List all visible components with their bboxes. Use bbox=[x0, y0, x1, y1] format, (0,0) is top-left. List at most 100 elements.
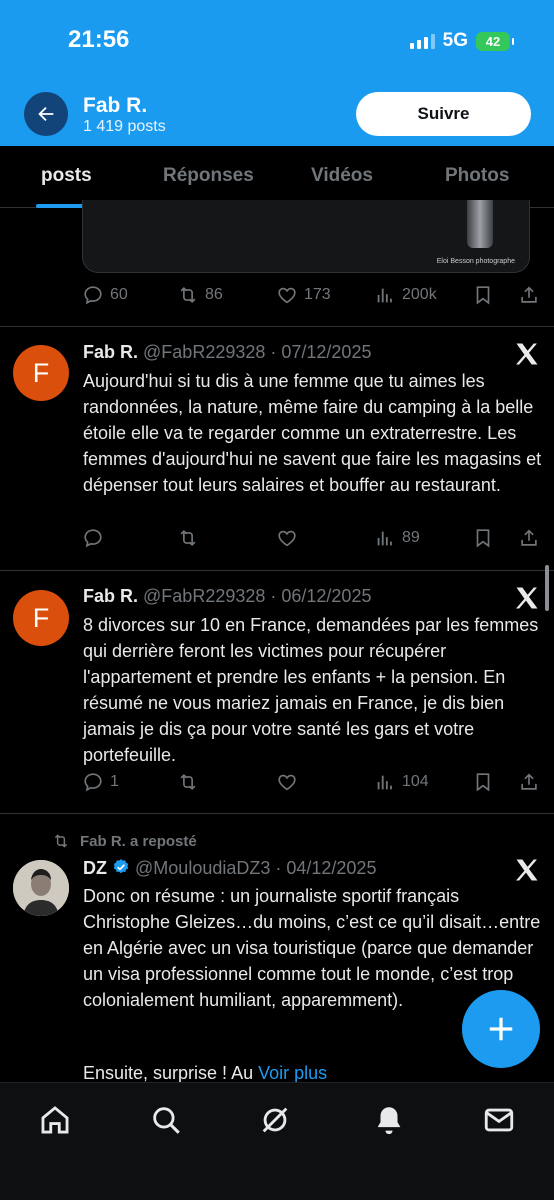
x-logo-icon[interactable] bbox=[513, 584, 541, 612]
repost-icon bbox=[54, 834, 68, 848]
profile-tabs: posts Réponses Vidéos Photos bbox=[0, 146, 554, 208]
divider bbox=[0, 813, 554, 814]
avatar[interactable]: F bbox=[13, 590, 69, 646]
x-logo-icon[interactable] bbox=[513, 340, 541, 368]
post-text-end: Ensuite, surprise ! Au bbox=[83, 1063, 254, 1083]
repost-button[interactable] bbox=[177, 527, 205, 549]
views-button[interactable]: 200k bbox=[374, 284, 437, 306]
repost-indicator[interactable]: Fab R. a reposté bbox=[52, 832, 197, 850]
bottom-navigation bbox=[0, 1082, 554, 1200]
post-actions: 1 104 bbox=[82, 771, 542, 801]
like-count: 173 bbox=[304, 286, 331, 303]
share-button[interactable] bbox=[518, 771, 540, 793]
repost-button[interactable]: 86 bbox=[177, 284, 223, 306]
search-icon[interactable] bbox=[149, 1103, 183, 1137]
bookmark-icon bbox=[476, 773, 490, 792]
views-count: 89 bbox=[402, 529, 420, 546]
repost-label: Fab R. a reposté bbox=[80, 832, 197, 850]
bookmark-button[interactable] bbox=[472, 527, 494, 549]
views-icon bbox=[377, 288, 392, 303]
views-icon bbox=[377, 775, 392, 790]
avatar-portrait bbox=[13, 860, 69, 916]
post-media-image[interactable]: Eloi Besson photographe bbox=[82, 200, 530, 273]
reply-icon bbox=[84, 773, 102, 792]
like-button[interactable]: 173 bbox=[276, 284, 331, 306]
heart-icon bbox=[278, 530, 296, 547]
reply-button[interactable]: 1 bbox=[82, 771, 119, 793]
posts-count: 1 419 posts bbox=[83, 118, 166, 135]
arrow-left-icon bbox=[38, 106, 54, 122]
share-icon bbox=[521, 529, 537, 546]
mail-icon[interactable] bbox=[482, 1103, 516, 1137]
reply-button[interactable]: 60 bbox=[82, 284, 128, 306]
plus-icon bbox=[489, 1017, 513, 1041]
repost-count: 86 bbox=[205, 286, 223, 303]
post-header: DZ @MouloudiaDZ3 · 04/12/2025 bbox=[83, 858, 376, 879]
post-header: Fab R. @FabR229328 · 06/12/2025 bbox=[83, 586, 371, 607]
tab-photos[interactable]: Photos bbox=[445, 165, 509, 187]
reply-button[interactable] bbox=[82, 527, 110, 549]
tab-posts[interactable]: posts bbox=[41, 165, 92, 187]
views-count: 104 bbox=[402, 773, 429, 790]
handle-date: @FabR229328 · 06/12/2025 bbox=[143, 586, 372, 606]
signal-icon bbox=[409, 33, 435, 49]
post-header: Fab R. @FabR229328 · 07/12/2025 bbox=[83, 342, 371, 363]
verified-badge-icon bbox=[113, 859, 129, 874]
post-text: Aujourd'hui si tu dis à une femme que tu… bbox=[83, 371, 542, 495]
bell-icon[interactable] bbox=[372, 1103, 406, 1137]
post-actions: 60 86 173 200k bbox=[82, 284, 542, 314]
compose-button[interactable] bbox=[462, 990, 540, 1068]
avatar[interactable] bbox=[13, 860, 69, 916]
heart-icon bbox=[278, 287, 296, 304]
reply-icon bbox=[84, 286, 102, 305]
author-name[interactable]: Fab R. bbox=[83, 586, 138, 606]
repost-button[interactable] bbox=[177, 771, 205, 793]
image-detail bbox=[467, 200, 493, 248]
home-icon[interactable] bbox=[38, 1103, 72, 1137]
repost-icon bbox=[180, 773, 196, 791]
views-count: 200k bbox=[402, 286, 437, 303]
like-button[interactable] bbox=[276, 527, 304, 549]
share-button[interactable] bbox=[518, 284, 540, 306]
status-time: 21:56 bbox=[68, 26, 130, 53]
views-button[interactable]: 89 bbox=[374, 527, 420, 549]
profile-header: 21:56 5G 42 Fab R. 1 419 posts Suivre bbox=[0, 0, 554, 146]
back-button[interactable] bbox=[24, 92, 68, 136]
reply-count: 60 bbox=[110, 286, 128, 303]
repost-icon bbox=[180, 529, 196, 547]
like-button[interactable] bbox=[276, 771, 304, 793]
photo-credit: Eloi Besson photographe bbox=[436, 258, 515, 265]
network-type: 5G bbox=[442, 30, 468, 51]
grok-icon[interactable] bbox=[258, 1103, 292, 1137]
see-more-link[interactable]: Voir plus bbox=[258, 1063, 327, 1083]
views-button[interactable]: 104 bbox=[374, 771, 429, 793]
views-icon bbox=[377, 531, 392, 546]
share-icon bbox=[521, 286, 537, 303]
reply-count: 1 bbox=[110, 773, 119, 790]
heart-icon bbox=[278, 774, 296, 791]
scrollbar[interactable] bbox=[545, 565, 549, 611]
bookmark-button[interactable] bbox=[472, 771, 494, 793]
post-text: 8 divorces sur 10 en France, demandées p… bbox=[83, 615, 539, 765]
share-icon bbox=[521, 773, 537, 790]
battery-icon: 42 bbox=[476, 31, 514, 51]
bookmark-icon bbox=[476, 286, 490, 305]
author-name[interactable]: DZ bbox=[83, 858, 107, 878]
reply-icon bbox=[84, 529, 102, 548]
bookmark-button[interactable] bbox=[472, 284, 494, 306]
avatar[interactable]: F bbox=[13, 345, 69, 401]
tab-videos[interactable]: Vidéos bbox=[311, 165, 373, 187]
status-indicators: 5G 42 bbox=[409, 30, 514, 52]
handle-date: @MouloudiaDZ3 · 04/12/2025 bbox=[135, 858, 377, 878]
profile-name: Fab R. bbox=[83, 94, 148, 117]
repost-icon bbox=[180, 286, 196, 304]
x-logo-icon[interactable] bbox=[513, 856, 541, 884]
handle-date: @FabR229328 · 07/12/2025 bbox=[143, 342, 372, 362]
tab-replies[interactable]: Réponses bbox=[163, 165, 254, 187]
post-actions: 89 bbox=[82, 527, 542, 557]
author-name[interactable]: Fab R. bbox=[83, 342, 138, 362]
share-button[interactable] bbox=[518, 527, 540, 549]
post-text: Donc on résume : un journaliste sportif … bbox=[83, 886, 541, 1010]
bookmark-icon bbox=[476, 529, 490, 548]
follow-button[interactable]: Suivre bbox=[356, 92, 531, 136]
